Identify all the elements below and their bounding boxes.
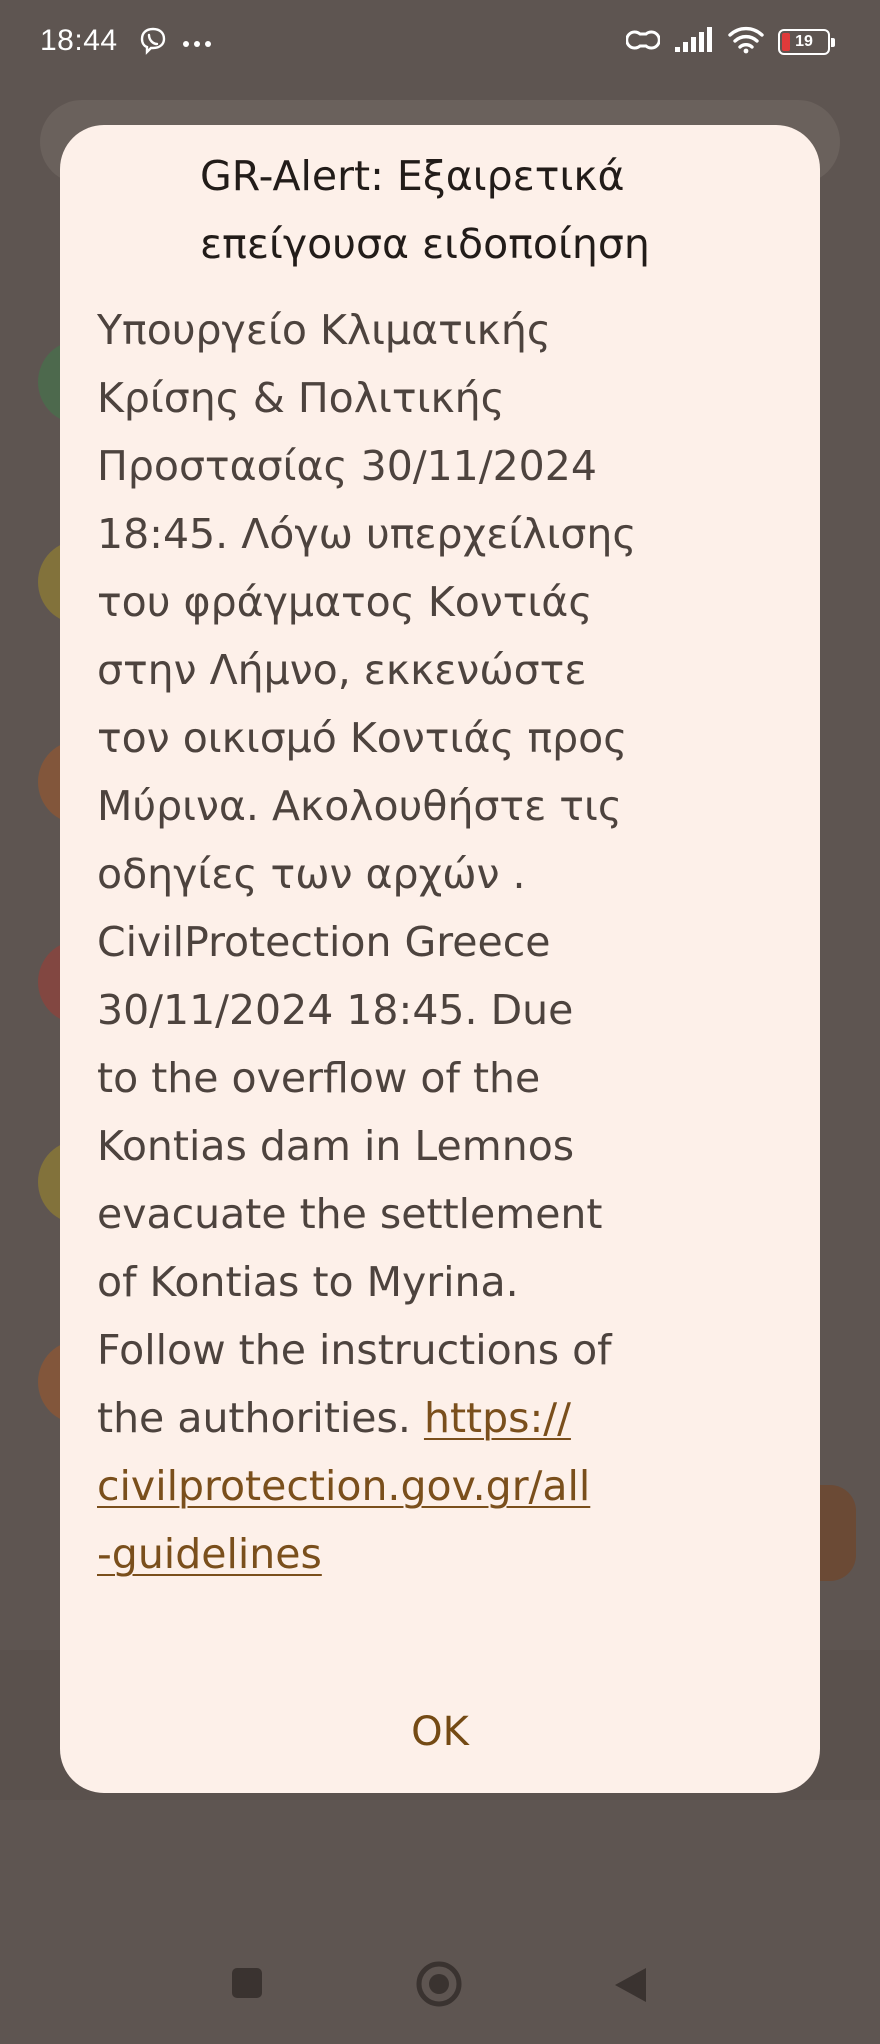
home-button-icon[interactable] — [415, 1960, 463, 2012]
battery-level: 19 — [795, 33, 813, 50]
recents-button-icon[interactable] — [230, 1966, 264, 2004]
status-time: 18:44 — [40, 24, 118, 57]
signal-icon — [674, 27, 714, 57]
wifi-icon — [728, 26, 764, 58]
alert-title: GR-Alert: Εξαιρετικά επείγουσα ειδοποίησ… — [200, 142, 800, 278]
battery-icon: 19 — [778, 29, 835, 55]
link-icon — [625, 27, 661, 57]
alert-message-text: Υπουργείο Κλιματικής Κρίσης & Πολιτικής … — [97, 306, 637, 1442]
back-button-icon[interactable] — [612, 1966, 648, 2008]
alert-message: Υπουργείο Κλιματικής Κρίσης & Πολιτικής … — [97, 296, 787, 1588]
alert-title-text: GR-Alert: Εξαιρετικά επείγουσα ειδοποίησ… — [200, 152, 650, 268]
emergency-alert-dialog: GR-Alert: Εξαιρετικά επείγουσα ειδοποίησ… — [60, 125, 820, 1793]
battery-tip — [831, 38, 835, 47]
status-right-icons: 19 — [625, 26, 835, 58]
ok-button[interactable]: OK — [370, 1700, 510, 1764]
status-left-icons — [138, 26, 212, 60]
system-navigation-bar — [0, 1940, 880, 2044]
status-bar: 18:44 19 — [0, 0, 880, 90]
more-dots-icon — [182, 34, 212, 53]
viber-icon — [138, 26, 168, 60]
